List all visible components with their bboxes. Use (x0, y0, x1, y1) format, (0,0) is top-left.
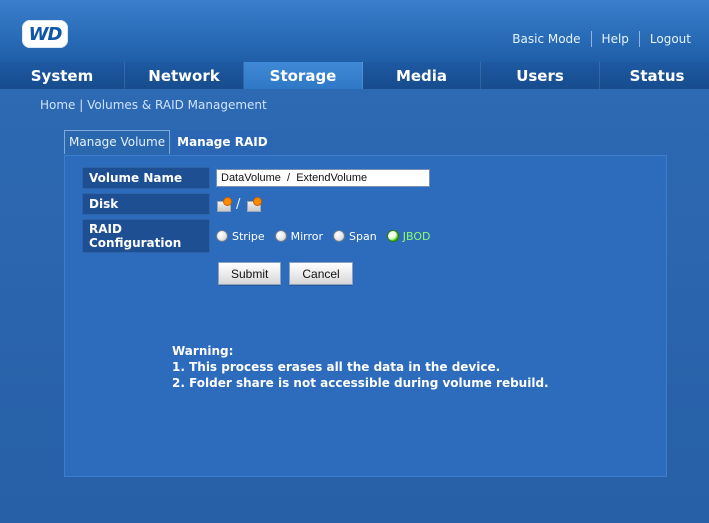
top-header: WD Basic Mode Help Logout (0, 0, 709, 62)
tab-network[interactable]: Network (125, 62, 244, 89)
disk-icon (216, 197, 232, 212)
volume-name-label: Volume Name (82, 167, 210, 189)
help-link[interactable]: Help (592, 32, 639, 46)
disk-icons: / (216, 196, 263, 212)
breadcrumb-separator: | (79, 98, 84, 112)
raid-option-stripe[interactable]: Stripe (216, 230, 265, 243)
raid-config-row: RAID Configuration Stripe Mirror Span JB… (82, 219, 430, 253)
disk-icon (246, 197, 263, 212)
raid-option-label: Stripe (232, 229, 265, 243)
raid-label-line1: RAID (89, 222, 122, 236)
raid-config-control: Stripe Mirror Span JBOD (216, 230, 430, 243)
raid-config-label: RAID Configuration (82, 219, 210, 253)
subtab-manage-volume[interactable]: Manage Volume (64, 130, 171, 154)
logout-link[interactable]: Logout (640, 32, 701, 46)
tab-users[interactable]: Users (481, 62, 600, 89)
top-links-separator (638, 31, 640, 47)
subtabs: Manage Volume Manage RAID (64, 130, 275, 154)
warning-line-1: 1. This process erases all the data in t… (172, 360, 501, 374)
raid-option-mirror[interactable]: Mirror (274, 229, 324, 243)
radio-dot (274, 230, 287, 242)
tab-system[interactable]: System (0, 62, 125, 89)
page-frame: WD Basic Mode Help Logout System Network… (0, 0, 709, 523)
disk-row: Disk / (82, 193, 430, 215)
cancel-button[interactable]: Cancel (289, 262, 353, 285)
warning-title: Warning: (172, 344, 234, 358)
raid-option-label: Mirror (290, 229, 324, 243)
tab-media[interactable]: Media (363, 62, 481, 89)
volume-name-row: Volume Name (82, 167, 430, 189)
disk-label: Disk (82, 193, 210, 215)
volume-name-input[interactable] (216, 169, 430, 187)
form-buttons: Submit Cancel (218, 262, 353, 285)
radio-dot (333, 230, 346, 242)
raid-option-span[interactable]: Span (333, 230, 377, 243)
disk-control: / (216, 196, 263, 212)
raid-option-label: JBOD (402, 229, 431, 243)
basic-mode-link[interactable]: Basic Mode (502, 32, 590, 46)
top-links: Basic Mode Help Logout (502, 31, 701, 47)
breadcrumb: Home | Volumes & RAID Management (40, 98, 267, 112)
logo-text: WD (28, 23, 63, 45)
raid-options: Stripe Mirror Span JBOD (216, 230, 430, 243)
raid-form: Volume Name Disk / (82, 167, 430, 257)
volume-name-control (216, 169, 430, 187)
warning-box: Warning: 1. This process erases all the … (172, 343, 549, 391)
radio-dot (386, 230, 399, 242)
breadcrumb-current[interactable]: Volumes & RAID Management (87, 98, 267, 112)
disk-icon-badge (223, 197, 232, 206)
raid-option-label: Span (349, 229, 377, 243)
tab-storage[interactable]: Storage (244, 62, 363, 89)
radio-dot (216, 230, 228, 242)
raid-label-line2: Configuration (89, 236, 182, 250)
disk-separator: / (236, 196, 241, 212)
subtab-manage-raid[interactable]: Manage RAID (172, 130, 273, 154)
wd-logo: WD (22, 20, 68, 48)
raid-option-jbod[interactable]: JBOD (386, 229, 431, 243)
tab-status[interactable]: Status (600, 62, 709, 89)
submit-button[interactable]: Submit (218, 262, 282, 285)
warning-line-2: 2. Folder share is not accessible during… (172, 376, 549, 390)
breadcrumb-home[interactable]: Home (40, 98, 75, 112)
main-nav: System Network Storage Media Users Statu… (0, 62, 709, 89)
top-links-separator (590, 31, 592, 47)
